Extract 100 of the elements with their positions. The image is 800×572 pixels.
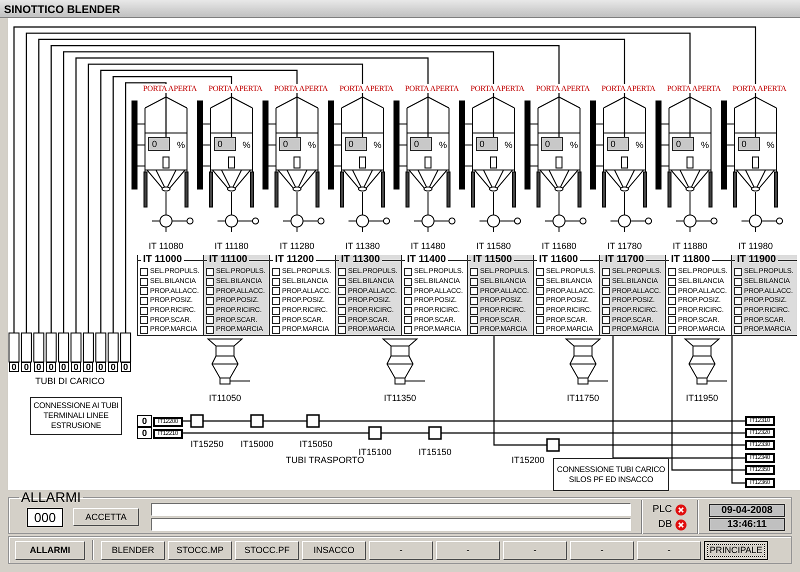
checkbox[interactable] [206, 278, 214, 286]
alarm-message-field[interactable] [151, 503, 631, 516]
checkbox[interactable] [734, 287, 742, 296]
nav-button[interactable]: - [570, 540, 634, 560]
checkbox[interactable] [206, 287, 214, 296]
checkbox[interactable] [536, 296, 544, 305]
checkbox[interactable] [140, 296, 148, 305]
checkbox[interactable] [338, 316, 346, 324]
checkbox[interactable] [206, 296, 214, 305]
checkbox[interactable] [602, 296, 610, 305]
nav-button[interactable]: STOCC.PF [235, 540, 299, 560]
valve-label: IT15150 [418, 447, 452, 457]
checkbox[interactable] [734, 278, 742, 286]
checkbox[interactable] [536, 287, 544, 296]
checkbox[interactable] [602, 316, 610, 324]
input-value: 0 [137, 415, 152, 427]
checkbox[interactable] [668, 268, 676, 276]
checkbox[interactable] [602, 287, 610, 296]
checkbox[interactable] [602, 326, 610, 334]
checkbox[interactable] [668, 306, 676, 315]
checkbox[interactable] [404, 326, 412, 334]
checkbox[interactable] [272, 306, 280, 315]
nav-button[interactable]: STOCC.MP [168, 540, 232, 560]
checkbox[interactable] [734, 268, 742, 276]
checkbox[interactable] [140, 287, 148, 296]
checkbox[interactable] [470, 316, 478, 324]
checkbox[interactable] [140, 268, 148, 276]
checkbox[interactable] [206, 316, 214, 324]
checkbox[interactable] [338, 268, 346, 276]
checkbox[interactable] [404, 316, 412, 324]
checkbox[interactable] [470, 287, 478, 296]
checkbox[interactable] [272, 296, 280, 305]
checkbox[interactable] [734, 316, 742, 324]
alarm-message-field[interactable] [151, 518, 631, 531]
checkbox[interactable] [602, 278, 610, 286]
nav-button[interactable]: PRINCIPALE [704, 540, 768, 560]
checkbox[interactable] [470, 268, 478, 276]
checkbox[interactable] [140, 278, 148, 286]
nav-button[interactable]: INSACCO [302, 540, 366, 560]
valve-drawing [152, 192, 194, 232]
nav-button[interactable]: BLENDER [101, 540, 165, 560]
checkbox[interactable] [272, 287, 280, 296]
checkbox[interactable] [404, 278, 412, 286]
level-readout: 0 [476, 137, 498, 151]
checkbox[interactable] [338, 306, 346, 315]
checkbox[interactable] [668, 278, 676, 286]
checkbox[interactable] [470, 306, 478, 315]
checkbox[interactable] [668, 287, 676, 296]
checkbox[interactable] [272, 268, 280, 276]
checkbox[interactable] [470, 296, 478, 305]
door-status-label: PORTA APERTA [273, 84, 329, 93]
checkbox[interactable] [140, 306, 148, 315]
checkbox[interactable] [404, 268, 412, 276]
checkbox[interactable] [206, 326, 214, 334]
checkbox[interactable] [404, 306, 412, 315]
checkbox[interactable] [404, 287, 412, 296]
checkbox[interactable] [602, 268, 610, 276]
checkbox[interactable] [536, 268, 544, 276]
checkbox[interactable] [338, 278, 346, 286]
nav-button[interactable]: - [369, 540, 433, 560]
instrument-label: IT 11080 [148, 241, 184, 251]
instrument-label: IT 11880 [672, 241, 708, 251]
nav-button[interactable]: ALLARMI [15, 540, 85, 560]
checkbox[interactable] [272, 326, 280, 334]
checkbox[interactable] [470, 326, 478, 334]
checkbox[interactable] [668, 296, 676, 305]
valve-square [546, 438, 560, 452]
checkbox[interactable] [404, 296, 412, 305]
checkbox[interactable] [140, 316, 148, 324]
checkbox[interactable] [338, 287, 346, 296]
panel-title: IT 11600 [537, 255, 580, 265]
nav-button[interactable]: - [503, 540, 567, 560]
checkbox[interactable] [668, 316, 676, 324]
unit-label: % [439, 140, 448, 150]
checkbox[interactable] [536, 326, 544, 334]
checkbox[interactable] [734, 306, 742, 315]
checkbox[interactable] [338, 296, 346, 305]
checkbox[interactable] [734, 296, 742, 305]
checkbox[interactable] [668, 326, 676, 334]
nav-button[interactable]: - [436, 540, 500, 560]
accept-button[interactable]: ACCETTA [73, 508, 139, 526]
checkbox[interactable] [338, 326, 346, 334]
checkbox[interactable] [734, 326, 742, 334]
tube-value: 0 [71, 362, 81, 372]
checkbox[interactable] [272, 278, 280, 286]
valve-square [250, 414, 264, 428]
checkbox[interactable] [602, 306, 610, 315]
checkbox[interactable] [470, 278, 478, 286]
level-readout: 0 [541, 137, 563, 151]
checkbox[interactable] [206, 268, 214, 276]
checkbox[interactable] [206, 306, 214, 315]
checkbox[interactable] [140, 326, 148, 334]
time-display: 13:46:11 [709, 518, 785, 530]
checkbox[interactable] [536, 316, 544, 324]
indicator-label: PLC [652, 504, 672, 515]
checkbox[interactable] [536, 278, 544, 286]
checkbox[interactable] [272, 316, 280, 324]
nav-button[interactable]: - [637, 540, 701, 560]
checkbox[interactable] [536, 306, 544, 315]
door-status-label: PORTA APERTA [732, 84, 788, 93]
